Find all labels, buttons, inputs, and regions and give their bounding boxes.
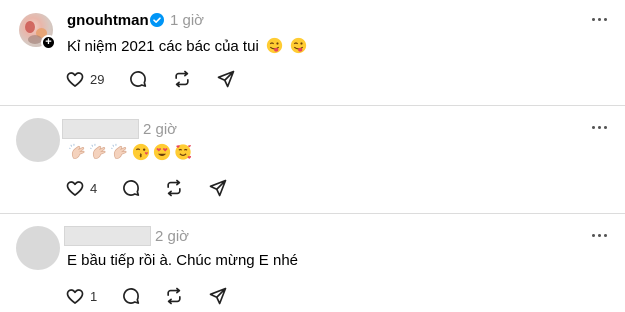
clap-emoji-icon [111,143,127,159]
share-button[interactable] [208,178,228,198]
more-icon[interactable] [591,18,607,22]
avatar[interactable] [16,226,60,270]
share-icon [209,179,227,197]
share-icon [217,70,235,88]
follow-plus-icon[interactable]: + [41,35,56,50]
reply-button[interactable] [121,286,141,306]
more-icon[interactable] [591,126,607,130]
action-bar: 29 [65,69,265,89]
repost-button[interactable] [172,69,192,89]
action-bar: 1 [65,286,265,306]
reply-post: 2 giờ 4 [0,106,625,213]
like-button[interactable]: 1 [65,286,97,306]
like-count: 1 [90,288,98,304]
reply-button[interactable] [128,69,148,89]
clap-emoji-icon [69,143,85,159]
comment-icon [123,288,140,304]
share-button[interactable] [216,69,236,89]
repost-icon [167,179,181,197]
like-button[interactable]: 29 [65,69,104,89]
like-count: 29 [90,71,105,87]
tongue-wink-emoji-icon [290,37,307,54]
kissing-wink-emoji-icon [132,143,150,161]
post-time: 2 giờ [143,121,178,138]
comment-icon [130,71,147,87]
repost-icon [175,70,189,88]
like-count: 4 [90,180,98,196]
action-bar: 4 [65,178,265,198]
username-redacted [64,226,151,246]
post-text: Kỉ niệm 2021 các bác của tui [67,37,307,55]
clap-emoji-icon [90,143,106,159]
repost-button[interactable] [164,178,184,198]
reply-post: 2 giờ E bầu tiếp rồi à. Chúc mừng E nhé … [0,214,625,312]
reply-button[interactable] [121,178,141,198]
post-text-content: Kỉ niệm 2021 các bác của tui [67,38,259,55]
heart-icon [66,181,84,196]
heart-eyes-emoji-icon [153,143,171,161]
post-main: + gnouhtman 1 giờ Kỉ niệm 2021 các bác c… [0,0,625,105]
heart-icon [66,72,84,87]
heart-icon [66,289,84,304]
username[interactable]: gnouhtman [67,12,149,29]
post-time: 2 giờ [155,228,190,245]
smiling-hearts-emoji-icon [175,144,192,160]
repost-icon [167,287,181,305]
post-time: 1 giờ [170,12,205,29]
verified-badge-icon [150,13,164,27]
more-icon[interactable] [591,234,607,238]
username-redacted [62,119,139,139]
comment-icon [123,180,140,196]
share-icon [209,287,227,305]
share-button[interactable] [208,286,228,306]
like-button[interactable]: 4 [65,178,97,198]
avatar[interactable] [16,118,60,162]
post-text: E bầu tiếp rồi à. Chúc mừng E nhé [67,252,299,269]
tongue-wink-emoji-icon [266,37,283,54]
repost-button[interactable] [164,286,184,306]
